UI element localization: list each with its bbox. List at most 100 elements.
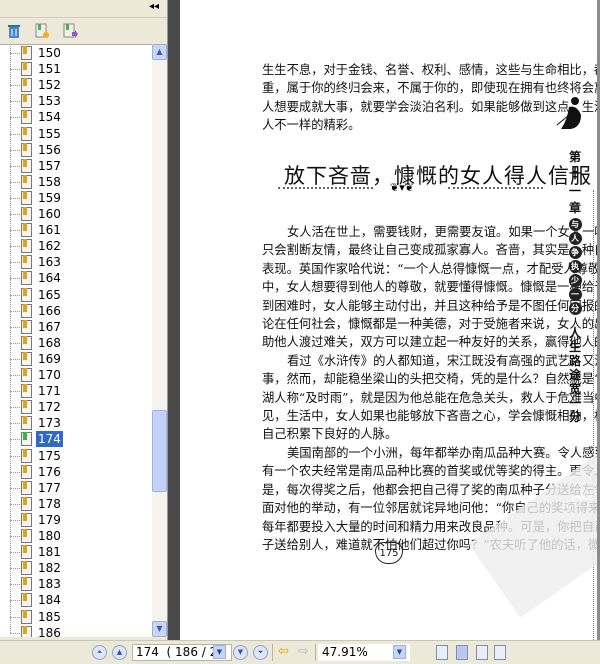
back-arrow-icon[interactable]: ⇦ [278, 645, 289, 659]
bookmark-item[interactable]: 179 [0, 503, 150, 528]
bookmark-item[interactable]: 158 [0, 165, 150, 190]
tree-line [10, 359, 11, 375]
tree-line [10, 197, 20, 199]
tree-line [10, 519, 20, 521]
tree-line [10, 487, 20, 489]
bookmark-label: 171 [38, 384, 61, 399]
bookmark-goto-icon[interactable] [62, 23, 78, 39]
bookmark-label: 153 [38, 94, 61, 109]
bookmark-icon [21, 496, 32, 511]
bookmark-panel: ◂◂ 150 151 152 153 154 155 156 157 158 159 160 161 1… [0, 0, 168, 640]
scroll-up-button[interactable]: ▲ [152, 44, 167, 60]
bookmark-item[interactable]: 186 [0, 616, 150, 637]
bookmark-label: 155 [38, 126, 61, 141]
bookmark-item[interactable]: 156 [0, 133, 150, 158]
bookmark-item[interactable]: 177 [0, 471, 150, 496]
forward-arrow-icon[interactable]: ⇨ [298, 645, 309, 659]
bookmark-toolbar [0, 18, 167, 44]
tree-line [10, 616, 20, 618]
bookmark-item[interactable]: 171 [0, 375, 150, 399]
page-dropdown-button[interactable]: ▼ [213, 645, 226, 659]
bookmark-item[interactable]: 167 [0, 310, 150, 335]
bookmark-item[interactable]: 155 [0, 117, 150, 142]
body-text: 女人活在世上，需要钱财，更需要友谊。如果一个女人一味小气冷漠， 只会割断友情，最终… [262, 223, 598, 554]
bookmark-item[interactable]: 178 [0, 487, 150, 512]
bookmark-icon [21, 158, 32, 173]
panel-splitter[interactable] [168, 0, 180, 640]
bookmark-item[interactable]: 165 [0, 278, 150, 303]
bookmark-item[interactable]: 173 [0, 407, 150, 431]
tree-line [10, 584, 11, 601]
chapter-side-tab: 第十一章与人争执少一分人生路途宽一分 [565, 150, 585, 424]
text-line: 人想要成就大事，就要学会淡泊名利。如果能够做到这点，生活自然会还女 [262, 99, 598, 114]
bookmark-item[interactable]: 159 [0, 181, 150, 206]
bookmark-item[interactable]: 174 [0, 423, 150, 448]
bookmark-item[interactable]: 153 [0, 85, 150, 109]
bookmark-item[interactable]: 182 [0, 552, 150, 576]
tree-line [10, 117, 11, 134]
bookmark-item[interactable]: 172 [0, 391, 150, 415]
tree-line [10, 262, 20, 264]
bookmark-item[interactable]: 185 [0, 600, 150, 625]
text-line: 助他人渡过难关，双方可以建立起一种友好的关系，赢得他人的信任。 [262, 335, 598, 350]
bookmark-scrollbar[interactable]: ▲ ▼ [152, 44, 167, 637]
side-char: 与 [568, 218, 582, 231]
scroll-down-button[interactable]: ▼ [152, 621, 167, 637]
bookmark-label: 178 [38, 496, 61, 511]
tree-line [10, 600, 20, 602]
tree-line [10, 423, 11, 440]
bookmark-item[interactable]: 162 [0, 230, 150, 254]
bookmark-item[interactable]: 181 [0, 536, 150, 560]
bookmark-item[interactable]: 176 [0, 455, 150, 480]
bookmark-label: 182 [38, 561, 61, 576]
bookmark-item[interactable]: 184 [0, 584, 150, 608]
bookmark-item[interactable]: 151 [0, 53, 150, 77]
bookmark-item[interactable]: 150 [0, 45, 150, 61]
side-char: 争 [568, 246, 582, 259]
bookmark-item[interactable]: 170 [0, 359, 150, 383]
tree-line [10, 133, 11, 150]
bookmark-item[interactable]: 163 [0, 246, 150, 270]
trash-icon[interactable] [6, 23, 22, 39]
tree-line [10, 455, 20, 457]
bookmark-icon [21, 174, 32, 189]
tree-line [10, 503, 11, 520]
bookmark-icon [21, 110, 32, 125]
page-number: 175 [375, 542, 403, 564]
scroll-thumb[interactable] [152, 410, 167, 492]
previous-page-button[interactable]: ▲ [112, 645, 127, 660]
single-page-view-icon[interactable] [436, 645, 448, 660]
text-line: 事，然而，却能稳坐梁山的头把交椅，凭的是什么？自然就是“慷慨”二字，江 [262, 372, 598, 387]
bookmark-icon [21, 609, 32, 624]
bookmark-item[interactable]: 157 [0, 149, 150, 174]
bookmark-label: 154 [38, 110, 61, 125]
thumbnail-view-icon[interactable] [476, 645, 488, 660]
bookmark-label: 184 [38, 593, 61, 608]
tree-line [10, 101, 11, 118]
bookmark-item[interactable]: 180 [0, 520, 150, 544]
continuous-view-icon[interactable] [456, 645, 468, 660]
bookmark-item[interactable]: 154 [0, 101, 150, 125]
first-page-button[interactable]: ⏶ [92, 645, 107, 660]
bookmark-icon [21, 625, 32, 637]
bookmark-item[interactable]: 175 [0, 439, 150, 464]
bookmark-item[interactable]: 164 [0, 262, 150, 286]
side-char: 一 [568, 184, 581, 198]
bookmark-add-icon[interactable] [34, 23, 50, 39]
bookmark-item[interactable]: 161 [0, 214, 150, 238]
bookmark-item[interactable]: 152 [0, 69, 150, 93]
bookmark-item[interactable]: 166 [0, 294, 150, 319]
zoom-dropdown-button[interactable]: ▼ [393, 645, 406, 659]
bookmark-item[interactable]: 160 [0, 198, 150, 222]
next-page-button[interactable]: ▼ [233, 645, 248, 660]
collapse-panel-icon[interactable]: ◂◂ [149, 1, 159, 12]
bookmark-item[interactable]: 168 [0, 326, 150, 351]
two-page-view-icon[interactable] [494, 645, 506, 660]
last-page-button[interactable]: ⏷ [253, 645, 268, 660]
tree-line [10, 230, 20, 232]
bookmark-item[interactable]: 183 [0, 568, 150, 592]
bookmark-tree[interactable]: 150 151 152 153 154 155 156 157 158 159 160 161 162 1… [0, 44, 152, 637]
tree-line [10, 552, 11, 569]
bookmark-item[interactable]: 169 [0, 342, 150, 367]
tree-line [10, 53, 20, 54]
